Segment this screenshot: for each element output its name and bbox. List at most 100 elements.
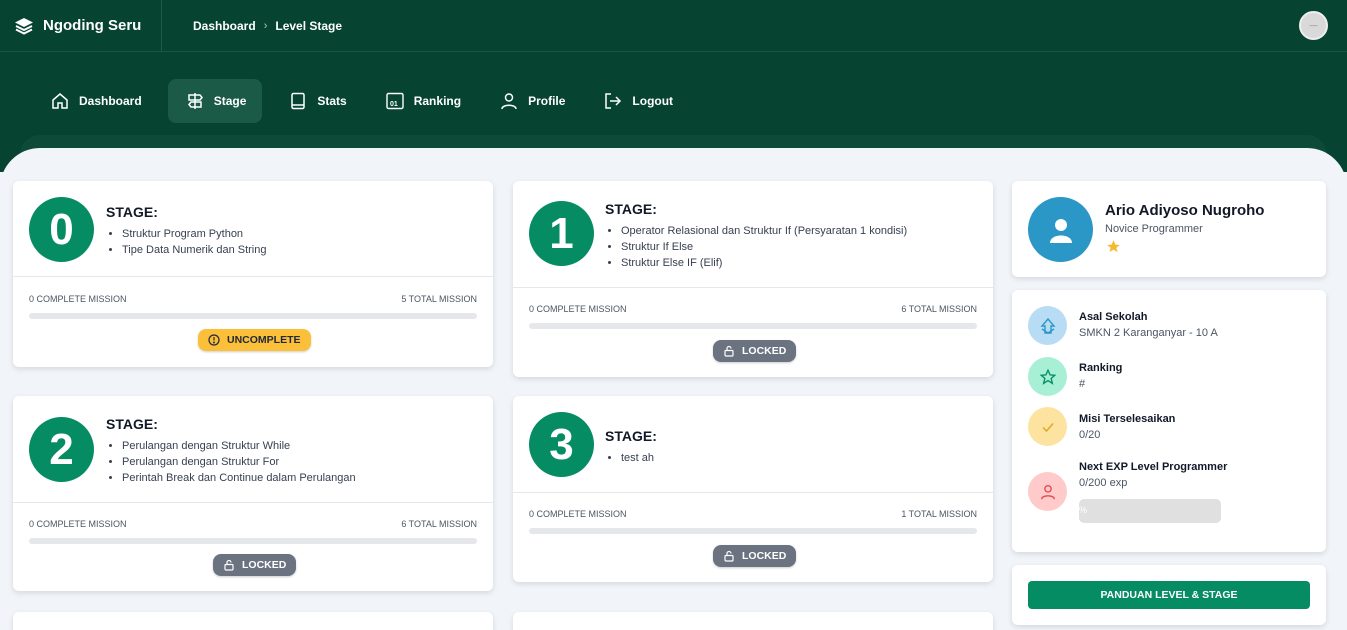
user-icon [501, 93, 517, 110]
lock-icon [724, 550, 734, 562]
signpost-icon [187, 93, 203, 109]
list-item: Perulangan dengan Struktur For [122, 454, 356, 470]
school-icon [1039, 317, 1056, 334]
mission-progress-bar [29, 538, 477, 544]
guide-button[interactable]: PANDUAN LEVEL & STAGE [1028, 581, 1310, 609]
complete-mission-count: 0 COMPLETE MISSION [529, 509, 627, 519]
status-label: LOCKED [742, 550, 787, 562]
complete-mission-count: 0 COMPLETE MISSION [529, 304, 627, 314]
user-avatar-button[interactable]: — [1299, 11, 1328, 40]
school-value: SMKN 2 Karanganyar - 10 A [1079, 327, 1218, 339]
status-badge[interactable]: LOCKED [213, 554, 297, 576]
breadcrumb-separator: › [263, 19, 268, 32]
info-card: Asal Sekolah SMKN 2 Karanganyar - 10 A R… [1012, 290, 1326, 552]
user-silhouette-icon [1049, 218, 1072, 243]
stage-number: 1 [529, 201, 594, 266]
divider [13, 276, 493, 277]
status-badge[interactable]: LOCKED [713, 340, 797, 362]
profile-avatar [1028, 197, 1093, 262]
nav-stats-label: Stats [317, 94, 347, 108]
nav-dashboard[interactable]: Dashboard [38, 79, 154, 123]
list-item: Struktur If Else [621, 239, 907, 255]
profile-card: Ario Adiyoso Nugroho Novice Programmer [1012, 181, 1326, 277]
svg-text:01: 01 [390, 101, 398, 108]
stage-number: 3 [529, 412, 594, 477]
nav-dashboard-label: Dashboard [79, 94, 142, 108]
mission-progress-bar [29, 313, 477, 319]
nav-ranking[interactable]: 01 Ranking [373, 79, 473, 123]
stage-topics: Struktur Program Python Tipe Data Numeri… [106, 226, 267, 258]
layers-icon [15, 17, 33, 35]
divider [13, 502, 493, 503]
guide-card: PANDUAN LEVEL & STAGE [1012, 565, 1326, 625]
breadcrumb-dashboard[interactable]: Dashboard [193, 19, 256, 33]
main-nav: Dashboard Stage Stats 01 Ranking Profile… [38, 79, 699, 123]
stage-title: STAGE: [605, 428, 657, 444]
stage-topics: test ah [605, 450, 654, 466]
mission-stats: 0 COMPLETE MISSION 5 TOTAL MISSION [29, 294, 477, 304]
ranking-value: # [1079, 378, 1086, 390]
stage-card-1[interactable]: 1 STAGE: Operator Relasional dan Struktu… [513, 181, 993, 377]
star-icon [1107, 240, 1120, 253]
ranking-badge [1028, 357, 1067, 396]
lock-icon [724, 345, 734, 357]
check-icon [1041, 422, 1054, 432]
list-item: Struktur Else IF (Elif) [621, 255, 907, 271]
exp-label: Next EXP Level Programmer [1079, 461, 1228, 473]
nav-stage[interactable]: Stage [167, 79, 263, 123]
complete-mission-count: 0 COMPLETE MISSION [29, 294, 127, 304]
top-header: Ngoding Seru Dashboard › Level Stage — [0, 0, 1347, 52]
total-mission-count: 6 TOTAL MISSION [401, 519, 477, 529]
mission-stats: 0 COMPLETE MISSION 6 TOTAL MISSION [529, 304, 977, 314]
mission-stats: 0 COMPLETE MISSION 6 TOTAL MISSION [29, 519, 477, 529]
mission-progress-bar [529, 528, 977, 534]
list-item: Operator Relasional dan Struktur If (Per… [621, 223, 907, 239]
brand-name: Ngoding Seru [43, 17, 142, 34]
nav-profile-label: Profile [528, 94, 566, 108]
mission-progress-bar [529, 323, 977, 329]
missions-label: Misi Terselesaikan [1079, 413, 1176, 425]
list-item: Tipe Data Numerik dan String [122, 242, 267, 258]
status-badge[interactable]: UNCOMPLETE [198, 329, 311, 351]
ranking-icon: 01 [386, 92, 404, 110]
stage-card-partial[interactable] [13, 612, 493, 630]
alert-circle-icon [208, 334, 220, 346]
nav-profile[interactable]: Profile [487, 79, 577, 123]
stage-card-0[interactable]: 0 STAGE: Struktur Program Python Tipe Da… [13, 181, 493, 367]
exp-value: 0/200 exp [1079, 477, 1128, 489]
missions-value: 0/20 [1079, 429, 1101, 441]
nav-logout[interactable]: Logout [591, 79, 685, 123]
divider [513, 287, 993, 288]
status-label: UNCOMPLETE [227, 334, 301, 346]
breadcrumb-level-stage: Level Stage [275, 18, 343, 33]
stage-card-2[interactable]: 2 STAGE: Perulangan dengan Struktur Whil… [13, 396, 493, 591]
total-mission-count: 5 TOTAL MISSION [401, 294, 477, 304]
stage-card-3[interactable]: 3 STAGE: test ah 0 COMPLETE MISSION 1 TO… [513, 396, 993, 582]
list-item: Perulangan dengan Struktur While [122, 438, 356, 454]
exp-progress-bar: % [1079, 499, 1221, 523]
complete-mission-count: 0 COMPLETE MISSION [29, 519, 127, 529]
main-content: 0 STAGE: Struktur Program Python Tipe Da… [0, 148, 1347, 630]
nav-stage-label: Stage [213, 94, 247, 108]
stage-number: 2 [29, 417, 94, 482]
user-icon [1040, 484, 1055, 499]
nav-stats[interactable]: Stats [276, 79, 358, 123]
profile-name: Ario Adiyoso Nugroho [1105, 202, 1265, 219]
list-item: test ah [621, 450, 654, 466]
lock-icon [224, 559, 234, 571]
nav-logout-label: Logout [632, 94, 674, 108]
stage-card-partial[interactable] [513, 612, 993, 630]
status-label: LOCKED [242, 559, 287, 571]
total-mission-count: 6 TOTAL MISSION [901, 304, 977, 314]
star-outline-icon [1039, 368, 1056, 385]
list-item: Struktur Program Python [122, 226, 267, 242]
missions-badge [1028, 407, 1067, 446]
status-badge[interactable]: LOCKED [713, 545, 797, 567]
exp-badge [1028, 472, 1067, 511]
stage-title: STAGE: [605, 201, 657, 217]
school-label: Asal Sekolah [1079, 311, 1148, 323]
brand[interactable]: Ngoding Seru [0, 0, 162, 52]
school-badge [1028, 306, 1067, 345]
total-mission-count: 1 TOTAL MISSION [901, 509, 977, 519]
stage-topics: Perulangan dengan Struktur While Perulan… [106, 438, 356, 486]
